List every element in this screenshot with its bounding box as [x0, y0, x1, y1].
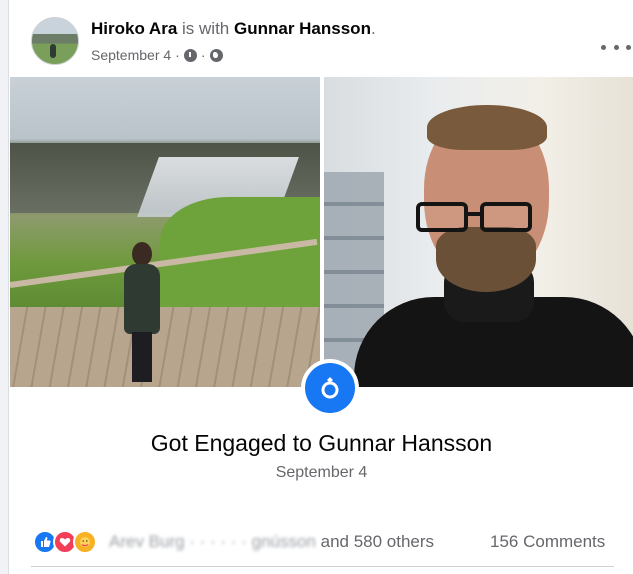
life-event-title: Got Engaged to Gunnar Hansson: [150, 430, 493, 456]
post-header: Hiroko Ara is with Gunnar Hansson. Septe…: [31, 17, 633, 67]
comments-count-link[interactable]: 156 Comments: [490, 532, 605, 552]
post-title: Hiroko Ara is with Gunnar Hansson.: [91, 19, 376, 39]
reaction-names-obscured: Arev Burg · · · · · · gnússon: [109, 532, 316, 551]
post-meta: September 4 · ·: [91, 47, 223, 63]
reaction-others-count: and 580 others: [315, 532, 435, 551]
author-avatar[interactable]: [31, 17, 79, 65]
globe-icon[interactable]: [209, 48, 223, 62]
author-name[interactable]: Hiroko Ara: [91, 19, 177, 38]
engagement-ring-icon: [301, 359, 359, 417]
more-options-button[interactable]: [601, 37, 631, 57]
tagged-person-name[interactable]: Gunnar Hansson: [234, 19, 371, 38]
care-reaction-icon: [73, 530, 97, 554]
footer-divider: [31, 566, 614, 567]
post-date[interactable]: September 4: [91, 47, 171, 63]
dot-icon: [601, 44, 606, 50]
photo-waterfall-woman[interactable]: [10, 77, 320, 387]
post-card: Hiroko Ara is with Gunnar Hansson. Septe…: [8, 0, 633, 574]
clock-icon: [183, 48, 197, 62]
reaction-names[interactable]: Arev Burg · · · · · · gnússon and 580 ot…: [109, 532, 434, 552]
photo-man-glasses[interactable]: [324, 77, 633, 387]
reaction-icons[interactable]: [33, 530, 97, 554]
photo-grid: [10, 77, 633, 387]
meta-separator-2: ·: [200, 47, 206, 63]
title-period: .: [370, 19, 376, 38]
dot-icon: [613, 44, 619, 50]
meta-separator: ·: [175, 47, 180, 63]
with-text: is with: [182, 19, 230, 38]
dot-icon: [626, 44, 631, 50]
life-event-date: September 4: [275, 464, 368, 481]
